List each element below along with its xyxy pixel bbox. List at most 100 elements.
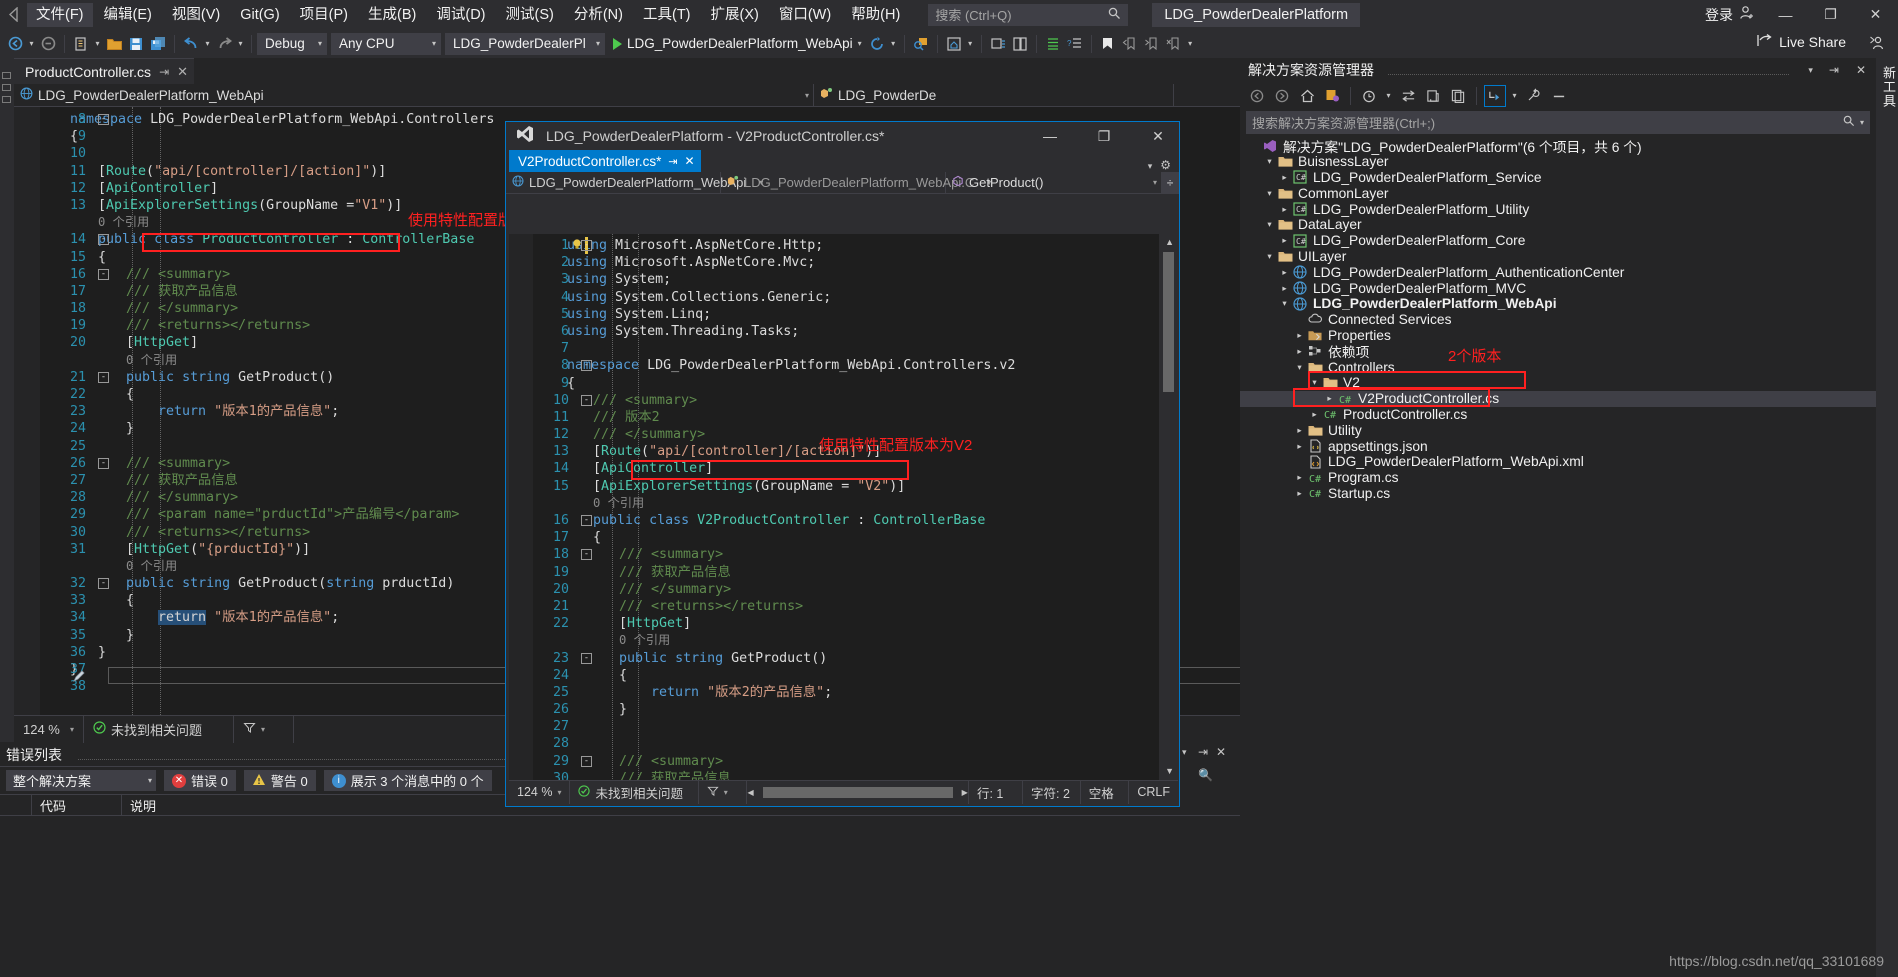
navigate-backward-icon[interactable] — [4, 32, 26, 56]
pending-changes-icon[interactable] — [1321, 85, 1343, 107]
close-icon[interactable]: ✕ — [177, 64, 188, 80]
split-editor-icon[interactable]: ÷ — [1161, 171, 1179, 194]
solution-platform-combo[interactable]: Any CPU ▾ — [331, 32, 441, 55]
open-file-icon[interactable] — [103, 32, 125, 56]
fold-toggle-icon[interactable]: - — [98, 578, 109, 590]
close-icon[interactable]: ✕ — [685, 154, 695, 168]
tree-item[interactable]: ▸ C# LDG_PowderDealerPlatform_Utility — [1240, 201, 1876, 217]
menu-item-5[interactable]: 生成(B) — [359, 3, 425, 27]
undo-icon[interactable] — [180, 32, 202, 56]
error-list-col-code[interactable]: 代码 — [32, 794, 122, 816]
preview-selected-icon[interactable] — [1548, 85, 1570, 107]
scroll-down-icon[interactable]: ▼ — [1165, 766, 1174, 776]
menu-item-7[interactable]: 测试(S) — [497, 3, 563, 27]
editor-zoom-combo[interactable]: 124 % ▾ — [14, 715, 84, 743]
sign-in-button[interactable]: 登录 — [1697, 5, 1763, 25]
fold-toggle-icon[interactable]: - — [98, 268, 109, 280]
fold-toggle-icon[interactable]: - — [581, 549, 592, 561]
forward-icon[interactable] — [1271, 85, 1293, 107]
chevron-right-icon[interactable]: ▸ — [1308, 409, 1321, 420]
chevron-right-icon[interactable]: ▸ — [1293, 472, 1306, 483]
menu-item-12[interactable]: 帮助(H) — [842, 3, 909, 27]
hot-reload-icon[interactable] — [866, 32, 888, 56]
tab-productcontroller-cs[interactable]: ProductController.cs ⇥ ✕ — [14, 58, 195, 84]
search-icon[interactable] — [1843, 115, 1855, 130]
fold-toggle-icon[interactable]: - — [98, 457, 109, 469]
refresh-icon[interactable] — [1422, 85, 1444, 107]
floating-zoom-combo[interactable]: 124 % ▾ — [509, 780, 571, 804]
collapse-caret-icon[interactable]: ▾ — [1509, 84, 1520, 108]
pin-icon[interactable]: ⇥ — [668, 155, 677, 168]
tree-item[interactable]: 解决方案"LDG_PowderDealerPlatform"(6 个项目，共 6… — [1240, 138, 1876, 155]
fold-toggle-icon[interactable]: - — [581, 652, 592, 664]
fold-toggle-icon[interactable]: - — [98, 234, 109, 246]
back-icon[interactable] — [1246, 85, 1268, 107]
chevron-right-icon[interactable]: ▸ — [1323, 393, 1336, 404]
chevron-right-icon[interactable]: ▸ — [1293, 488, 1306, 499]
scroll-right-icon[interactable]: ▶ — [958, 788, 968, 797]
quick-search-input[interactable]: 搜索 (Ctrl+Q) — [928, 3, 1129, 26]
tree-item[interactable]: ▸ C# Startup.cs — [1240, 486, 1876, 502]
bookmark-icon[interactable] — [1097, 32, 1119, 56]
menu-item-3[interactable]: Git(G) — [231, 3, 288, 27]
floating-maximize-button[interactable]: ❐ — [1083, 122, 1125, 150]
menu-item-11[interactable]: 窗口(W) — [770, 3, 840, 27]
floating-scrollbar-thumb[interactable] — [1163, 252, 1174, 392]
chevron-down-icon[interactable]: ▾ — [1140, 161, 1161, 172]
hot-reload-caret-icon[interactable]: ▾ — [888, 32, 899, 56]
float-nav-member-combo[interactable]: GetProduct() ▾ — [946, 172, 1161, 194]
new-project-caret-icon[interactable]: ▾ — [92, 32, 103, 56]
tree-item[interactable]: ▸ C# LDG_PowderDealerPlatform_Service — [1240, 170, 1876, 186]
maximize-button[interactable]: ❐ — [1808, 0, 1853, 29]
search-solution-icon[interactable] — [910, 32, 932, 56]
show-all-files-icon[interactable] — [1447, 85, 1469, 107]
error-count-toggle[interactable]: ✕ 错误 0 — [164, 770, 236, 791]
collapse-all-icon[interactable] — [1484, 84, 1506, 107]
chevron-right-icon[interactable]: ▸ — [1278, 235, 1291, 246]
chevron-right-icon[interactable]: ▸ — [1293, 330, 1306, 341]
previous-bookmark-icon[interactable] — [1119, 32, 1141, 56]
chevron-down-icon[interactable]: ▾ — [1803, 65, 1818, 76]
chevron-right-icon[interactable]: ▸ — [1278, 267, 1291, 278]
back-navigation-icon[interactable] — [0, 0, 26, 29]
startup-project-combo[interactable]: LDG_PowderDealerPlatform_We ▾ — [445, 32, 605, 55]
solution-explorer-search-input[interactable]: 搜索解决方案资源管理器(Ctrl+;) ▾ — [1246, 111, 1870, 134]
floating-issue-status[interactable]: 未找到相关问题 — [570, 780, 699, 804]
tree-item[interactable]: ▾ CommonLayer — [1240, 185, 1876, 201]
next-bookmark-icon[interactable] — [1141, 32, 1163, 56]
chevron-down-icon[interactable]: ▾ — [1278, 298, 1291, 309]
tree-item[interactable]: ▾ DataLayer — [1240, 217, 1876, 233]
chevron-down-icon[interactable]: ▾ — [1263, 219, 1276, 230]
warning-count-toggle[interactable]: 警告 0 — [243, 770, 316, 791]
properties-icon[interactable] — [1523, 85, 1545, 107]
compare-windows-icon[interactable] — [1009, 32, 1031, 56]
nav-type-combo[interactable]: LDG_PowderDe — [814, 83, 1174, 107]
search-icon[interactable] — [1108, 7, 1121, 23]
float-nav-type-combo[interactable]: LDG_PowderDealerPlatform_WebApi.C ▾ — [721, 171, 991, 194]
hscroll-thumb[interactable] — [762, 786, 953, 798]
save-icon[interactable] — [125, 32, 147, 56]
gear-icon[interactable]: ⚙ — [1160, 158, 1179, 172]
float-nav-project-combo[interactable]: LDG_PowderDealerPlatform_WebApi ▾ — [506, 171, 763, 194]
tree-item[interactable]: ▸ C# LDG_PowderDealerPlatform_Core — [1240, 233, 1876, 249]
fold-toggle-icon[interactable]: - — [581, 360, 592, 372]
floating-horizontal-scrollbar[interactable]: ◀ ▶ — [747, 780, 969, 804]
pin-icon[interactable]: ⇥ — [1198, 745, 1208, 759]
fold-toggle-icon[interactable]: - — [581, 515, 592, 526]
chevron-right-icon[interactable]: ▸ — [1293, 346, 1306, 357]
menu-item-0[interactable]: 文件(F) — [27, 2, 93, 27]
tree-item[interactable]: ▸ C# Program.cs — [1240, 470, 1876, 486]
window-layout-icon[interactable] — [987, 32, 1009, 56]
fold-toggle-icon[interactable]: - — [98, 371, 109, 383]
menu-item-4[interactable]: 项目(P) — [291, 3, 357, 27]
comment-lines-icon[interactable]: ? — [1064, 32, 1086, 56]
redo-icon[interactable] — [213, 32, 235, 56]
floating-filter-combo[interactable]: ▾ — [699, 780, 748, 804]
close-button[interactable]: ✕ — [1853, 0, 1898, 29]
menu-item-8[interactable]: 分析(N) — [565, 3, 632, 27]
home-view-caret-icon[interactable]: ▾ — [965, 32, 976, 56]
home-icon[interactable] — [1296, 85, 1318, 107]
chevron-down-icon[interactable]: ▾ — [1293, 362, 1306, 373]
tree-item[interactable]: ▸ C# ProductController.cs — [1240, 407, 1876, 423]
tree-item[interactable]: ▾ UILayer — [1240, 249, 1876, 265]
